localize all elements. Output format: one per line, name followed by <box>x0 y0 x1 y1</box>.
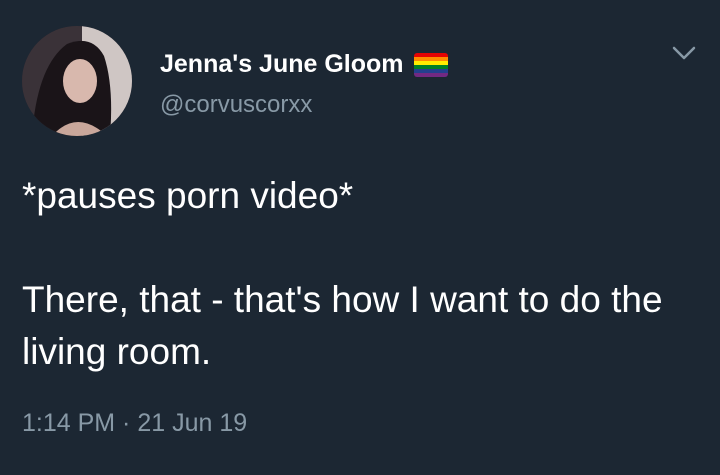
display-name-text: Jenna's June Gloom <box>160 50 404 78</box>
avatar-image <box>22 26 132 136</box>
avatar[interactable] <box>22 26 132 136</box>
chevron-down-icon[interactable] <box>670 42 698 64</box>
rainbow-flag-icon <box>413 52 448 77</box>
user-handle[interactable]: @corvuscorxx <box>160 91 312 119</box>
tweet-text-line-1: *pauses porn video* <box>22 175 354 216</box>
tweet-card: Jenna's June Gloom @corvuscorxx *pauses … <box>0 0 720 475</box>
tweet-text-line-2: There, that - that's how I want to do th… <box>22 279 673 372</box>
timestamp[interactable]: 1:14 PM · 21 Jun 19 <box>22 409 247 438</box>
tweet-text: *pauses porn video* There, that - that's… <box>22 170 702 378</box>
display-name[interactable]: Jenna's June Gloom <box>160 50 448 79</box>
